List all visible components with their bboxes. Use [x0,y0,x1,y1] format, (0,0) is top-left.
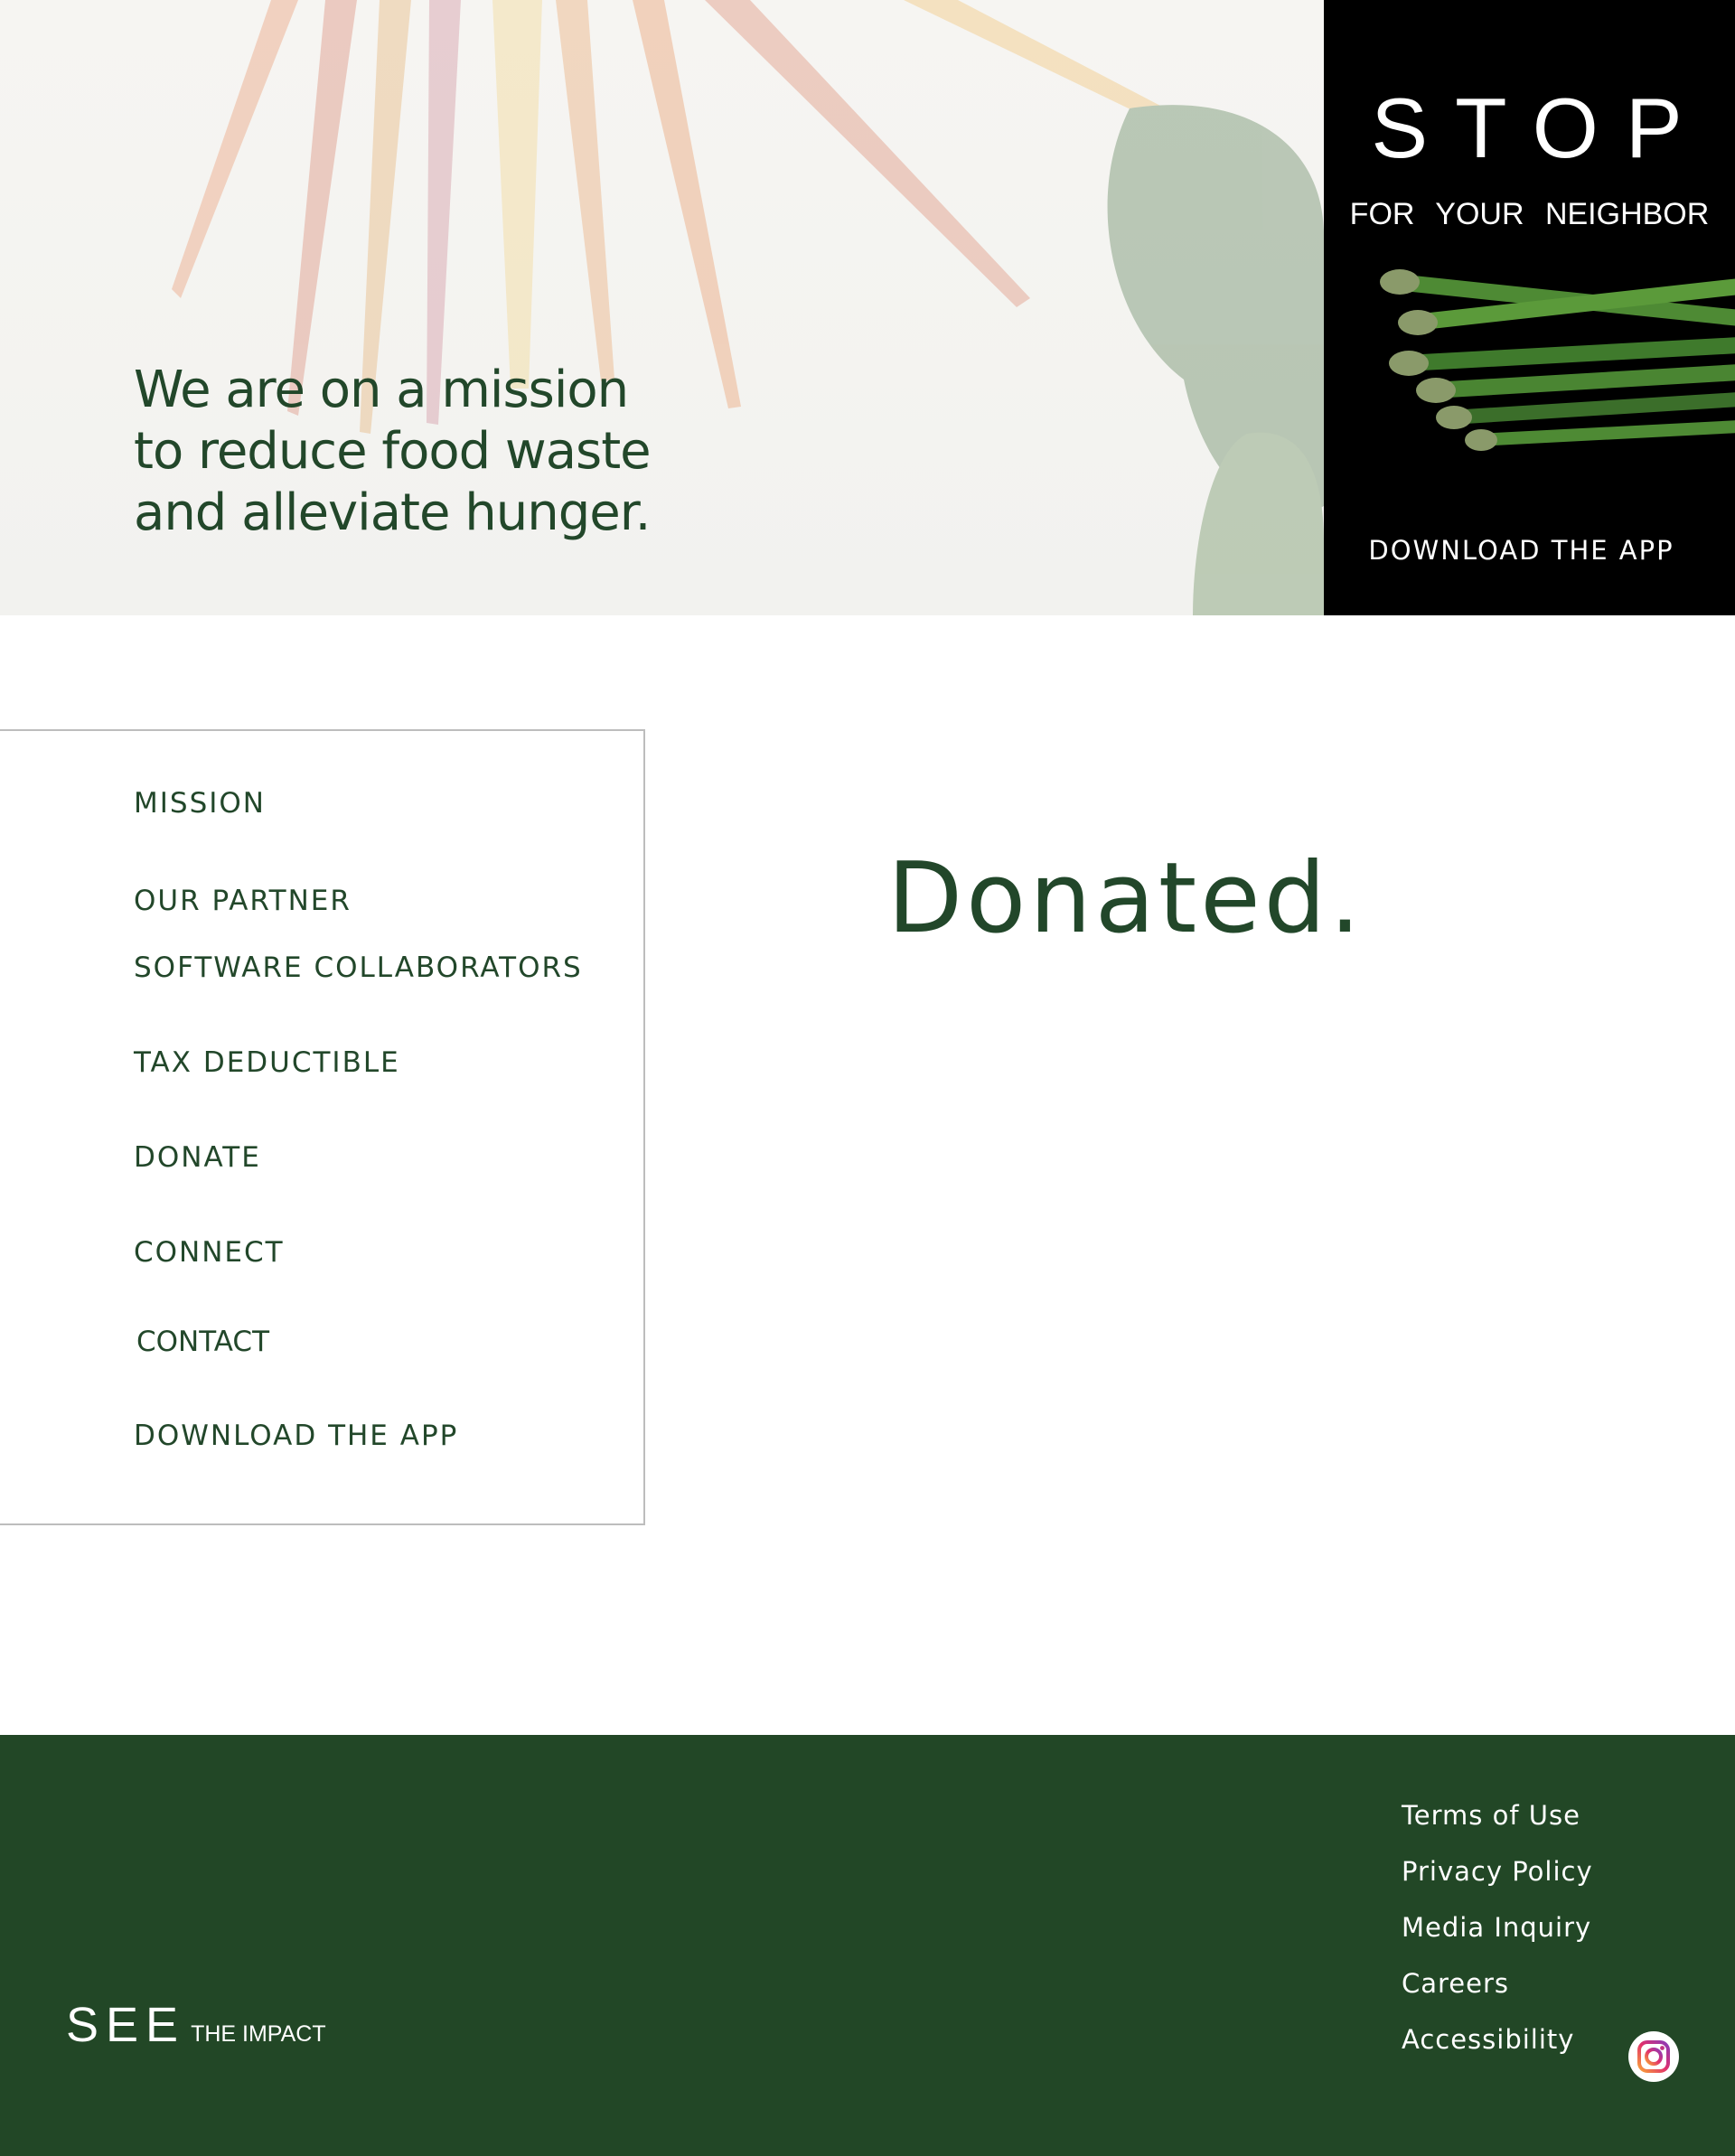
mission-tagline: We are on a mission to reduce food waste… [134,361,652,542]
nav-item-donate[interactable]: DONATE [134,1141,261,1174]
app-promo-banner[interactable]: STOP FOR YOUR NEIGHBOR DOWNLOAD THE APP [1324,0,1735,615]
nav-item-contact[interactable]: CONTACT [136,1326,269,1358]
nav-item-download-app[interactable]: DOWNLOAD THE APP [134,1420,458,1452]
footer-link-media-inquiry[interactable]: Media Inquiry [1402,1912,1591,1943]
nav-item-connect[interactable]: CONNECT [134,1236,285,1269]
nav-item-tax-deductible[interactable]: TAX DEDUCTIBLE [134,1046,400,1079]
instagram-icon[interactable] [1628,2031,1679,2082]
footer-link-terms[interactable]: Terms of Use [1402,1800,1580,1831]
hero-banner: We are on a mission to reduce food waste… [0,0,1324,615]
asparagus-image [1380,269,1735,451]
footer-link-privacy[interactable]: Privacy Policy [1402,1856,1593,1887]
nav-item-mission[interactable]: MISSION [134,787,266,820]
promo-download-link[interactable]: DOWNLOAD THE APP [1324,535,1735,566]
promo-headline: STOP [1371,80,1710,175]
promo-subline: FOR YOUR NEIGHBOR [1349,197,1710,231]
footer-link-accessibility[interactable]: Accessibility [1402,2024,1574,2055]
footer-link-careers[interactable]: Careers [1402,1968,1509,1999]
footer-brand-logo[interactable]: SEE THE IMPACT [66,1997,326,2053]
brand-the-impact: THE IMPACT [191,2021,326,2047]
donated-heading: Donated. [887,842,1365,955]
brand-see: SEE [66,1998,186,2052]
site-footer: SEE THE IMPACT Terms of Use Privacy Polic… [0,1735,1735,2156]
nav-item-software-collaborators[interactable]: SOFTWARE COLLABORATORS [134,951,583,984]
side-navigation: MISSION OUR PARTNER SOFTWARE COLLABORATO… [0,729,645,1525]
nav-item-our-partner[interactable]: OUR PARTNER [134,885,352,917]
